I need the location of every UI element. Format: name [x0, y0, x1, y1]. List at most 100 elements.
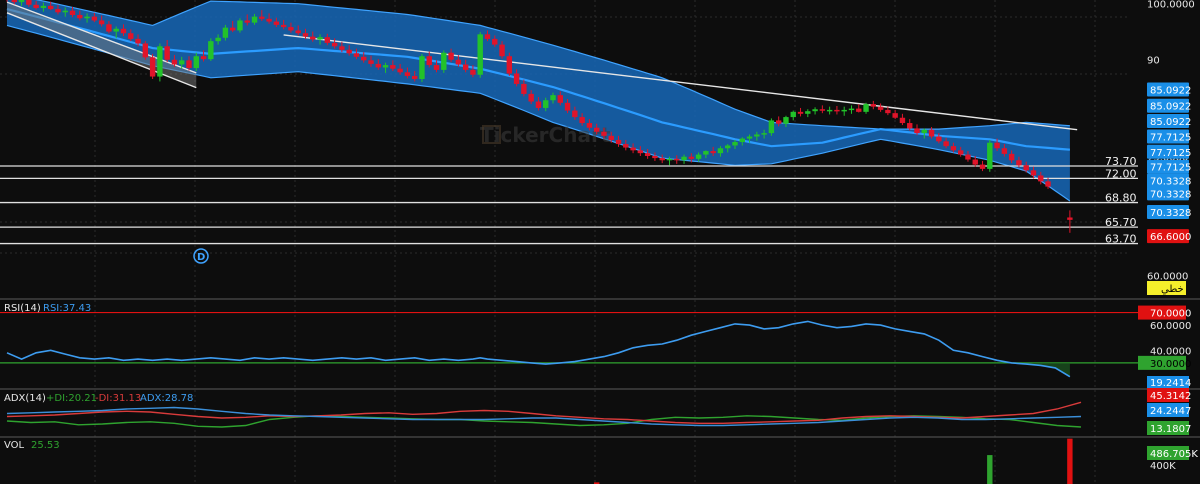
candle-body: [579, 117, 585, 124]
candle-body: [652, 155, 658, 159]
candle-body: [186, 60, 192, 69]
candle-body: [499, 44, 505, 57]
price-label-6: 70.3328: [1147, 173, 1191, 188]
candle-body: [331, 42, 338, 47]
price-label-8: 70.3328: [1147, 204, 1191, 219]
candle-body: [608, 135, 614, 140]
candle-body: [215, 37, 221, 42]
candle-body: [346, 49, 352, 54]
candle-body: [1067, 217, 1073, 220]
candle-body: [564, 102, 571, 111]
candle-body: [965, 154, 971, 160]
candle-body: [601, 131, 607, 136]
volume-readout: 25.53: [31, 440, 60, 451]
price-label-text: 85.0922: [1150, 86, 1191, 97]
price-label-text: 85.0922: [1150, 117, 1191, 128]
rsi-panel: [0, 300, 1200, 388]
candle-body: [914, 128, 920, 134]
candle-body: [521, 83, 527, 94]
candle-body: [717, 148, 724, 154]
candle-body: [251, 16, 258, 23]
candle-body: [26, 0, 32, 5]
candle-body: [455, 59, 462, 65]
candle-body: [739, 138, 745, 143]
price-label-text: 70.3328: [1150, 177, 1191, 188]
price-label-3: 77.7125: [1147, 129, 1191, 144]
candle-body: [397, 68, 403, 73]
candle-body: [229, 27, 236, 31]
price-label-text: 77.7125: [1150, 163, 1191, 174]
candle-body: [426, 56, 432, 66]
candle-body: [921, 129, 927, 134]
candle-body: [477, 34, 483, 75]
price-label-text: 70.3328: [1150, 189, 1191, 200]
candle-body: [237, 20, 243, 31]
candle-body: [979, 164, 986, 169]
candle-body: [492, 38, 498, 45]
candle-body: [164, 46, 170, 60]
candle-body: [1038, 175, 1044, 182]
price-label-5: 77.7125: [1147, 159, 1191, 174]
rsi-current-label: 19.2414: [1150, 378, 1191, 389]
candle-body: [1045, 181, 1051, 187]
adx-label: 24.2447: [1150, 406, 1191, 417]
price-label-text: 66.6000: [1150, 232, 1191, 243]
candle-body: [55, 9, 61, 13]
adx-minus-di-readout: -DI:31.13: [95, 393, 141, 404]
volume-panel: [0, 438, 1200, 484]
rsi-readout: RSI:37.43: [43, 303, 91, 314]
candle-body: [419, 56, 425, 79]
candle-body: [339, 46, 345, 50]
candle-body: [193, 56, 199, 69]
candle-body: [288, 27, 294, 31]
candle-body: [33, 4, 39, 8]
candle-body: [543, 100, 549, 108]
candle-body: [950, 146, 957, 151]
candle-body: [171, 59, 178, 65]
candle-body: [848, 108, 855, 111]
candle-body: [943, 141, 949, 147]
candle-body: [754, 134, 760, 137]
candle-body: [513, 73, 520, 84]
candle-body: [586, 123, 593, 128]
candle-body: [200, 56, 207, 60]
candle-body: [208, 41, 214, 60]
price-label-2: 85.0922: [1147, 114, 1191, 129]
candle-body: [557, 95, 563, 103]
candle-body: [572, 110, 578, 118]
candle-body: [433, 65, 440, 70]
candle-body: [1023, 165, 1029, 171]
candle-body: [987, 142, 993, 169]
candle-body: [630, 147, 636, 151]
candle-body: [18, 0, 25, 3]
candle-body: [382, 65, 389, 68]
candle-body: [841, 109, 847, 112]
candle-body: [528, 93, 534, 102]
adx-label: 45.3142: [1150, 391, 1191, 402]
candle-body: [411, 75, 418, 79]
candle-body: [135, 38, 141, 44]
candle-body: [462, 64, 469, 70]
candle-body: [77, 14, 83, 19]
rsi-title: RSI(14): [4, 303, 41, 314]
price-label-text: 70.3328: [1150, 208, 1191, 219]
chart-type-button-label: خطي: [1161, 284, 1184, 295]
candle-body: [659, 158, 665, 161]
candle-body: [936, 136, 942, 142]
candle-body: [106, 24, 112, 32]
candle-body: [870, 104, 877, 107]
candle-body: [732, 142, 738, 146]
candle-body: [91, 16, 98, 21]
candle-body: [1001, 148, 1008, 154]
candle-body: [761, 133, 767, 135]
candle-body: [907, 123, 913, 129]
candle-body: [40, 5, 47, 8]
candle-body: [877, 106, 884, 110]
candle-body: [280, 24, 287, 28]
candle-body: [390, 65, 396, 69]
candle-body: [863, 104, 869, 112]
candle-body: [441, 52, 447, 70]
level-label-73.70: 73.70: [1105, 155, 1137, 168]
candle-body: [768, 120, 775, 134]
candle-body: [361, 56, 367, 61]
